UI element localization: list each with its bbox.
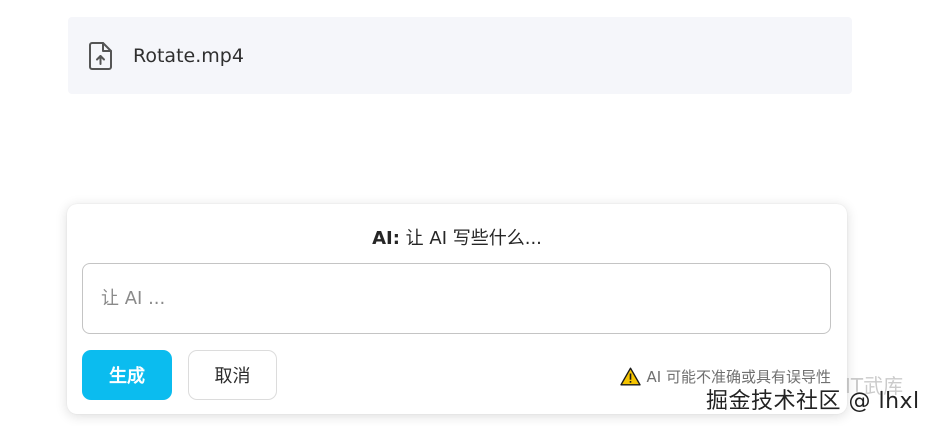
- watermark: 掘金技术社区 @ lhxl: [706, 389, 920, 414]
- ai-title-prefix: AI:: [372, 228, 400, 249]
- generate-button[interactable]: 生成: [82, 350, 172, 400]
- attached-file-card[interactable]: Rotate.mp4: [68, 17, 852, 94]
- ai-panel-title: AI: 让 AI 写些什么...: [67, 224, 847, 250]
- ai-prompt-input[interactable]: [82, 263, 831, 334]
- file-name: Rotate.mp4: [133, 44, 244, 67]
- warning-icon: [619, 367, 641, 386]
- ai-title-text: 让 AI 写些什么...: [405, 228, 542, 249]
- file-upload-icon: [84, 40, 116, 72]
- cancel-button[interactable]: 取消: [188, 350, 277, 400]
- page: Rotate.mp4 AI: 让 AI 写些什么... 生成 取消 AI 可能不…: [0, 0, 951, 426]
